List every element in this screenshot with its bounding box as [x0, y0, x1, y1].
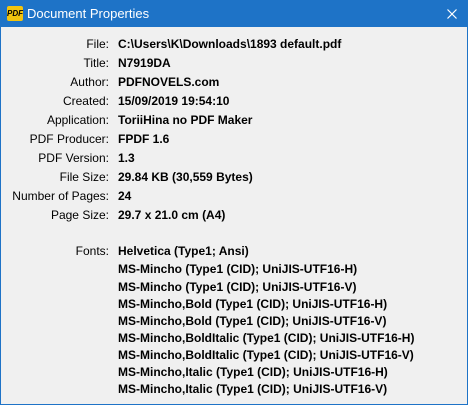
font-item: MS-Mincho,Bold (Type1 (CID); UniJIS-UTF1… — [118, 314, 387, 328]
font-item: Helvetica (Type1; Ansi) — [118, 244, 249, 258]
pdf-app-icon: PDF — [7, 6, 23, 21]
property-label: File: — [86, 37, 109, 51]
property-row-page-size: Page Size: 29.7 x 21.0 cm (A4) — [1, 206, 467, 225]
property-value: 1.3 — [118, 151, 135, 165]
property-value: FPDF 1.6 — [118, 132, 170, 146]
font-item: MS-Mincho,Bold (Type1 (CID); UniJIS-UTF1… — [118, 297, 388, 311]
property-value: 24 — [118, 189, 132, 203]
property-row-file-size: File Size: 29.84 KB (30,559 Bytes) — [1, 168, 467, 187]
property-value: ToriiHina no PDF Maker — [118, 113, 253, 127]
property-label: PDF Producer: — [29, 132, 109, 146]
property-row-created: Created: 15/09/2019 19:54:10 — [1, 92, 467, 111]
property-row-pdf-producer: PDF Producer: FPDF 1.6 — [1, 130, 467, 149]
font-item: MS-Mincho,Italic (Type1 (CID); UniJIS-UT… — [118, 365, 388, 379]
property-row-title: Title: N7919DA — [1, 54, 467, 73]
font-item: MS-Mincho (Type1 (CID); UniJIS-UTF16-H) — [118, 262, 358, 276]
window-title: Document Properties — [27, 6, 150, 21]
property-label: Page Size: — [50, 208, 109, 222]
property-value: N7919DA — [118, 56, 171, 70]
property-value: 29.7 x 21.0 cm (A4) — [118, 208, 226, 222]
property-label: Number of Pages: — [12, 189, 109, 203]
property-value: 15/09/2019 19:54:10 — [118, 94, 230, 108]
property-row-application: Application: ToriiHina no PDF Maker — [1, 111, 467, 130]
property-label: Application: — [46, 113, 109, 127]
font-item: MS-Mincho,Italic (Type1 (CID); UniJIS-UT… — [118, 382, 388, 396]
title-bar[interactable]: PDF Document Properties — [1, 1, 467, 27]
property-label: Author: — [70, 75, 109, 89]
property-row-number-of-pages: Number of Pages: 24 — [1, 187, 467, 206]
property-label: File Size: — [59, 170, 109, 184]
property-label: Created: — [62, 94, 109, 108]
document-properties-window: PDF Document Properties File: C:\Users\K… — [0, 0, 468, 405]
font-item: MS-Mincho,BoldItalic (Type1 (CID); UniJI… — [118, 331, 415, 345]
property-value: PDFNOVELS.com — [118, 75, 220, 89]
property-row-file: File: C:\Users\K\Downloads\1893 default.… — [1, 35, 467, 54]
property-value: 29.84 KB (30,559 Bytes) — [118, 170, 253, 184]
property-value: C:\Users\K\Downloads\1893 default.pdf — [118, 37, 342, 51]
fonts-label: Fonts: — [75, 244, 109, 258]
property-label: PDF Version: — [38, 151, 109, 165]
font-item: MS-Mincho (Type1 (CID); UniJIS-UTF16-V) — [118, 280, 357, 294]
close-icon — [447, 9, 457, 19]
properties-panel: File: C:\Users\K\Downloads\1893 default.… — [1, 27, 467, 404]
property-row-pdf-version: PDF Version: 1.3 — [1, 149, 467, 168]
property-label: Title: — [83, 56, 109, 70]
font-item: MS-Mincho,BoldItalic (Type1 (CID); UniJI… — [118, 348, 414, 362]
close-button[interactable] — [437, 1, 467, 27]
property-row-author: Author: PDFNOVELS.com — [1, 73, 467, 92]
